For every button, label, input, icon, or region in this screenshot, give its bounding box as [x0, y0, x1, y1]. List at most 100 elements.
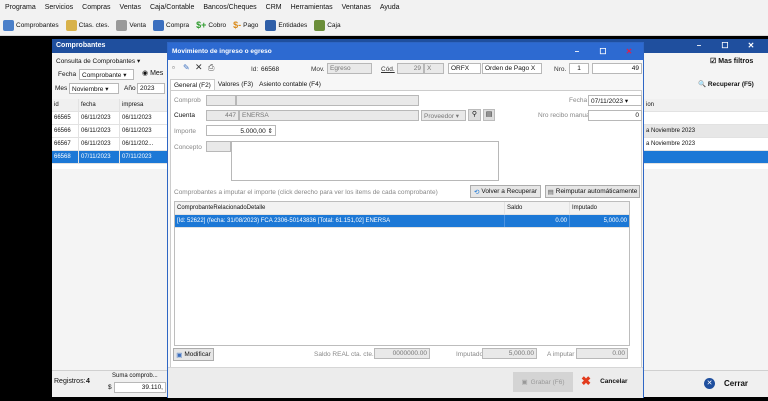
maximize-button[interactable]: ☐ [718, 41, 732, 51]
cell-descripcion: a Noviembre 2023 [646, 128, 696, 134]
mes-radio-label: Mes [150, 70, 164, 77]
table-row[interactable]: 66566 06/11/2023 06/11/2023 [52, 125, 168, 138]
menu-ayuda[interactable]: Ayuda [380, 4, 400, 11]
col-descripcion[interactable]: ion [644, 99, 768, 111]
col-impresa[interactable]: impresa [120, 99, 168, 111]
table-row[interactable]: 66567 06/11/2023 06/11/202... [52, 138, 168, 151]
print-icon[interactable]: ⎙ [208, 63, 214, 73]
menu-caja-contable[interactable]: Caja/Contable [150, 4, 194, 11]
consulta-dropdown[interactable]: Consulta de Comprobantes ▾ [54, 56, 154, 67]
close-button[interactable]: ✕ [744, 41, 758, 51]
col-id[interactable]: id [52, 99, 79, 111]
table-row[interactable]: a Noviembre 2023 [644, 138, 768, 151]
toolbar-compra-button[interactable]: Compra [153, 19, 189, 31]
cuenta-id-field: 447 [206, 110, 239, 121]
new-icon[interactable]: ▫ [172, 63, 175, 72]
edit-icon[interactable]: ✎ [183, 63, 190, 72]
fecha-value: 07/11/2023 [591, 98, 624, 105]
anio-stepper[interactable]: 2023 [137, 83, 165, 94]
menu-ventanas[interactable]: Ventanas [342, 4, 371, 11]
anio-label: Año [124, 85, 136, 92]
suma-value: 39.110, [141, 384, 163, 391]
menu-bancos-cheques[interactable]: Bancos/Cheques [203, 4, 256, 11]
dialog-title: Movimiento de ingreso o egreso [172, 48, 272, 55]
recuperar-button[interactable]: 🔍 Recuperar (F5) [698, 80, 754, 88]
toolbar-entidades-button[interactable]: Entidades [265, 19, 308, 31]
mes-radio[interactable]: ◉ Mes [142, 69, 163, 77]
mas-filtros-label: Mas filtros [718, 58, 754, 65]
toolbar-venta-button[interactable]: Venta [116, 19, 146, 31]
col-fecha[interactable]: fecha [79, 99, 120, 111]
dialog-minimize-button[interactable]: – [570, 47, 584, 57]
menu-compras[interactable]: Compras [82, 4, 110, 11]
menu-programa[interactable]: Programa [5, 4, 36, 11]
toolbar-comprobantes-button[interactable]: Comprobantes [3, 19, 59, 31]
toolbar-cobro-button[interactable]: $+ Cobro [196, 20, 226, 30]
mas-filtros-checkbox[interactable]: ☑ Mas filtros [710, 57, 753, 65]
table-row-selected[interactable] [644, 151, 768, 164]
cell-impresa: 07/11/2023 [120, 151, 168, 163]
registros-label: Registros: [54, 378, 86, 385]
folder-icon [65, 19, 77, 31]
edit-icon: ▣ [176, 351, 183, 359]
consulta-label: Consulta de Comprobantes [56, 58, 136, 65]
minimize-button[interactable]: – [692, 41, 706, 51]
nro-recibo-value: 0 [635, 112, 639, 119]
saldo-real-field: 0000000.00 [374, 348, 430, 359]
modificar-button[interactable]: ▣ Modificar [173, 348, 214, 361]
table-row[interactable]: a Noviembre 2023 [644, 125, 768, 138]
cancelar-label: Cancelar [600, 377, 628, 385]
nro-recibo-field[interactable]: 0 [588, 110, 642, 121]
concepto-code-field [206, 141, 231, 152]
imputado-label: Imputado [456, 351, 484, 358]
mov-label: Mov. [311, 66, 325, 73]
reimputar-button[interactable]: ▤ Reimputar automáticamente [545, 185, 640, 198]
registros-value: 4 [86, 378, 90, 385]
nro-field[interactable]: 49 [592, 63, 642, 74]
grabar-button[interactable]: ▣ Grabar (F6) [513, 372, 573, 392]
grid-header: id fecha impresa [52, 99, 168, 112]
fecha-type-select[interactable]: Comprobante ▾ [79, 69, 134, 80]
toolbar-ctas-ctes-button[interactable]: Ctas. ctes. [65, 19, 109, 31]
cancelar-button[interactable]: ✖ Cancelar [581, 374, 628, 388]
fecha-field[interactable]: 07/11/2023 ▾ [588, 95, 642, 106]
menu-crm[interactable]: CRM [266, 4, 282, 11]
nro-pv-value: 1 [577, 65, 581, 72]
table-row-selected[interactable]: [Id: 52622] (fecha: 31/08/2023) FCA 2306… [175, 215, 629, 228]
col-saldo[interactable]: Saldo [505, 202, 570, 214]
nro-pv-field[interactable]: 1 [569, 63, 589, 74]
mes-select[interactable]: Noviembre ▾ [69, 83, 119, 94]
col-imputado[interactable]: Imputado [570, 202, 629, 214]
col-detalle[interactable]: ComprobanteRelacionadoDetalle [175, 202, 505, 214]
cell-id: 66567 [52, 138, 79, 150]
account-detail-icon[interactable]: ▤ [483, 109, 495, 121]
cuenta-label: Cuenta [174, 112, 195, 119]
menu-ventas[interactable]: Ventas [120, 4, 141, 11]
table-row[interactable] [644, 112, 768, 125]
toolbar-label: Comprobantes [16, 21, 59, 29]
nro-value: 49 [631, 65, 639, 72]
menu-servicios[interactable]: Servicios [45, 4, 73, 11]
cerrar-button[interactable]: ✕ Cerrar [704, 378, 748, 389]
importe-field[interactable]: 5.000,00 ⇕ [206, 125, 276, 136]
suma-currency: $ [108, 384, 112, 391]
volver-recuperar-button[interactable]: ⟲ Volver a Recuperar [470, 185, 541, 198]
concepto-textarea[interactable] [231, 141, 499, 181]
delete-icon[interactable]: ✕ [195, 62, 203, 73]
toolbar-pago-button[interactable]: $- Pago [233, 20, 258, 30]
table-row[interactable]: 66565 06/11/2023 06/11/2023 [52, 112, 168, 125]
toolbar-label: Entidades [278, 21, 308, 29]
toolbar-caja-button[interactable]: Caja [314, 19, 341, 31]
dialog-close-button[interactable]: ✕ [622, 47, 636, 57]
search-account-icon[interactable]: ⚲ [468, 109, 481, 121]
close-circle-icon: ✕ [704, 378, 715, 389]
table-row-selected[interactable]: 66568 07/11/2023 07/11/2023 [52, 151, 168, 164]
toolbar-label: Venta [129, 21, 146, 29]
toolbar-label: Cobro [208, 21, 227, 29]
cuenta-id-value: 447 [225, 112, 236, 119]
comprobantes-grid-right: ion a Noviembre 2023 a Noviembre 2023 [644, 99, 768, 169]
anio-value: 2023 [140, 85, 155, 92]
cod-label: Cód. [381, 66, 395, 73]
menu-herramientas[interactable]: Herramientas [291, 4, 333, 11]
dialog-maximize-button[interactable]: ☐ [596, 47, 610, 57]
